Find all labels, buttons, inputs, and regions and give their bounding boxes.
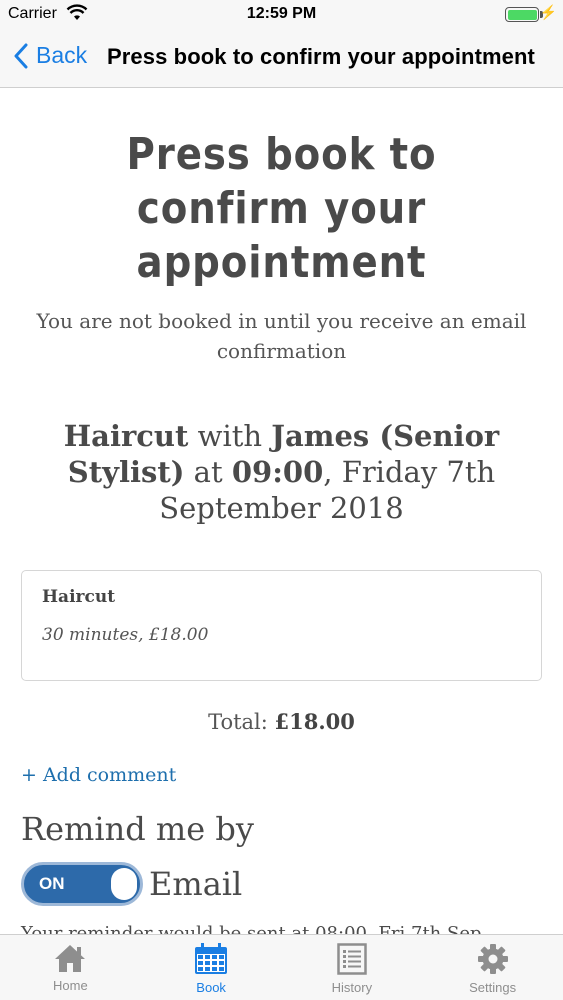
list-icon: [337, 943, 367, 975]
email-reminder-toggle[interactable]: ON: [21, 862, 143, 906]
appointment-service: Haircut: [63, 419, 189, 453]
total-amount: £18.00: [274, 709, 355, 734]
add-comment-link[interactable]: + Add comment: [21, 764, 563, 786]
toggle-state-label: ON: [39, 874, 65, 893]
calendar-icon: [195, 943, 228, 974]
total-price: Total: £18.00: [0, 709, 563, 734]
back-label: Back: [36, 42, 88, 68]
email-reminder-label: Email: [149, 865, 243, 903]
status-bar: Carrier 12:59 PM ⚡: [0, 0, 563, 30]
home-icon: [55, 945, 86, 972]
tab-home[interactable]: Home: [0, 935, 141, 1000]
booking-confirmation-content[interactable]: Press book to confirm your appointment Y…: [0, 88, 563, 934]
nav-title: Press book to confirm your appointment: [107, 44, 535, 69]
service-duration-price: 30 minutes, £18.00: [42, 625, 209, 645]
battery-icon: [505, 7, 539, 22]
appointment-at-text: at: [184, 455, 232, 489]
booking-notice: You are not booked in until you receive …: [36, 309, 527, 363]
chevron-left-icon: [14, 43, 28, 68]
tab-home-label: Home: [53, 978, 88, 993]
tab-bar: Home Book History Settings: [0, 934, 563, 1000]
service-name: Haircut: [42, 587, 116, 607]
gear-icon: [477, 944, 508, 974]
tab-book[interactable]: Book: [141, 935, 282, 1000]
charging-icon: ⚡: [539, 4, 557, 20]
page-title: Press book to confirm your appointment: [126, 129, 437, 288]
tab-history[interactable]: History: [282, 935, 423, 1000]
tab-history-label: History: [331, 980, 373, 995]
appointment-time: 09:00: [231, 455, 324, 489]
back-button[interactable]: Back: [14, 42, 87, 69]
service-card: Haircut 30 minutes, £18.00: [21, 570, 542, 681]
toggle-knob[interactable]: [111, 868, 137, 900]
tab-settings-label: Settings: [469, 980, 517, 995]
appointment-summary: Haircut with James (Senior Stylist) at 0…: [0, 418, 563, 526]
appointment-with-text: with: [188, 419, 272, 453]
total-label: Total:: [208, 710, 275, 734]
reminder-note: Your reminder would be sent at 08:00, Fr…: [21, 923, 488, 934]
status-time: 12:59 PM: [246, 5, 317, 22]
email-reminder-row: ON Email: [21, 862, 563, 906]
tab-settings[interactable]: Settings: [422, 935, 563, 1000]
tab-book-label: Book: [196, 980, 226, 995]
navigation-bar: Back Press book to confirm your appointm…: [0, 30, 563, 88]
remind-me-heading: Remind me by: [21, 810, 254, 848]
